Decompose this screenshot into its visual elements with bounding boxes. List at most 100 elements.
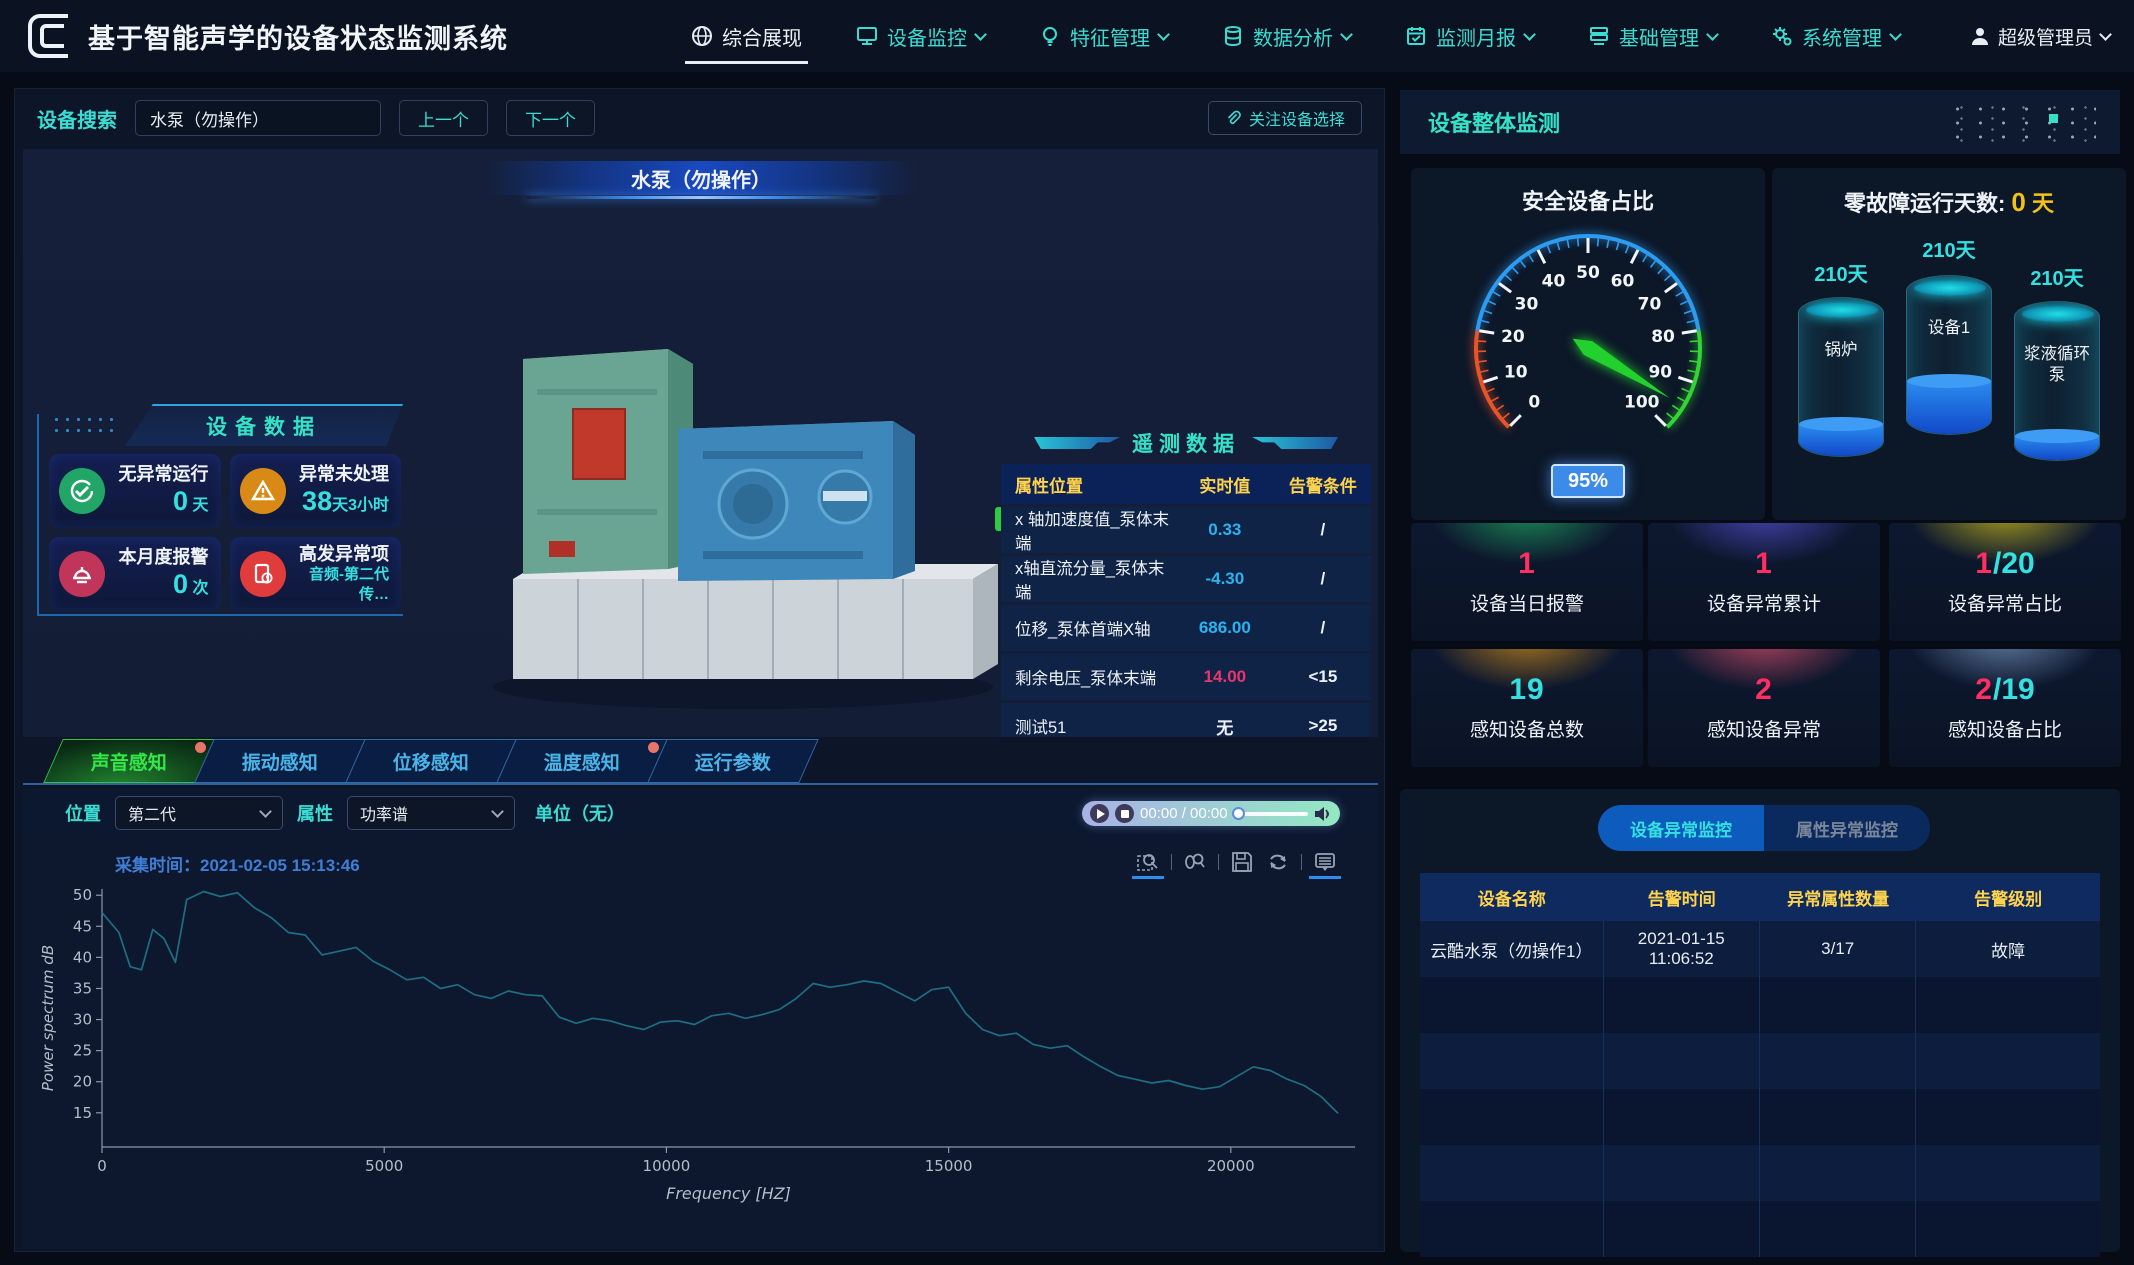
- follow-device-label: 关注设备选择: [1249, 106, 1345, 130]
- next-device-button[interactable]: 下一个: [506, 100, 595, 136]
- zero-fault-card: 零故障运行天数: 0 天 210天 锅炉 210天 设备1 210天 浆液循环泵: [1772, 168, 2126, 520]
- stat-card-unhandled: 异常未处理 38天3小时: [230, 454, 402, 528]
- dots-accent: [2049, 114, 2058, 123]
- alert-badge: [195, 742, 206, 753]
- gears-icon: [1771, 25, 1793, 47]
- safe-device-gauge-card: 安全设备占比 0102030405060708090100 95%: [1411, 168, 1765, 520]
- menu-label: 综合展现: [722, 22, 802, 51]
- table-row[interactable]: x轴直流分量_泵体末端 -4.30 /: [1001, 556, 1371, 602]
- device-data-header: 设备数据: [37, 404, 403, 446]
- 3d-scene-viewport[interactable]: 水泵（勿操作）: [23, 149, 1378, 737]
- menu-system-mgmt[interactable]: 系统管理: [1771, 0, 1900, 72]
- tile-sensor-ratio: 2/19 感知设备占比: [1889, 649, 2121, 767]
- top-nav: 基于智能声学的设备状态监测系统 综合展现 设备监控 特征管理 数据分析 监测月报…: [0, 0, 2134, 72]
- tile-abnormal-ratio: 1/20 设备异常占比: [1889, 523, 2121, 641]
- slider-thumb[interactable]: [1232, 807, 1245, 820]
- zoom-reset-icon[interactable]: [1182, 847, 1208, 877]
- cylinder-top-glow: [1806, 302, 1878, 318]
- play-button[interactable]: [1090, 804, 1109, 823]
- data-view-icon[interactable]: [1312, 847, 1338, 877]
- svg-text:40: 40: [1542, 271, 1566, 291]
- sense-tab-bar: 声音感知 振动感知 位移感知 温度感知 运行参数: [23, 739, 1378, 785]
- menu-monthly-report[interactable]: 监测月报: [1405, 0, 1534, 72]
- app-title: 基于智能声学的设备状态监测系统: [88, 17, 508, 56]
- dots-decoration: [1946, 102, 2096, 144]
- tab-displacement-sense[interactable]: 位移感知: [345, 739, 517, 783]
- svg-text:20000: 20000: [1207, 1157, 1255, 1175]
- menu-device-monitor[interactable]: 设备监控: [856, 0, 985, 72]
- table-row[interactable]: x 轴加速度值_泵体末端 0.33 /: [1001, 507, 1371, 553]
- chevron-down-icon: [259, 805, 272, 818]
- tab-run-params[interactable]: 运行参数: [647, 739, 819, 783]
- svg-text:Power spectrum dB: Power spectrum dB: [39, 945, 57, 1091]
- title-wing-left: [1034, 437, 1120, 449]
- position-select[interactable]: 第二代: [115, 796, 283, 830]
- table-row[interactable]: 测试51 无 >25: [1001, 703, 1371, 737]
- volume-icon[interactable]: [1314, 806, 1332, 822]
- telemetry-title: 遥测数据: [1132, 428, 1240, 458]
- tab-sound-sense[interactable]: 声音感知: [43, 739, 215, 783]
- toolbar-separator: [1301, 854, 1302, 870]
- tile-day-alarms: 1 设备当日报警: [1411, 523, 1643, 641]
- user-menu[interactable]: 超级管理员: [1970, 23, 2110, 50]
- menu-overview[interactable]: 综合展现: [691, 0, 802, 72]
- table-row[interactable]: 位移_泵体首端X轴 686.00 /: [1001, 605, 1371, 651]
- svg-text:90: 90: [1648, 362, 1672, 382]
- attribute-label: 属性: [297, 800, 333, 826]
- svg-text:70: 70: [1638, 294, 1662, 314]
- cylinder-device1: 210天 设备1: [1906, 234, 1992, 435]
- stat-card-normal-run: 无异常运行 0 天: [49, 454, 221, 528]
- svg-text:15000: 15000: [925, 1157, 973, 1175]
- tab-device-abnormal-monitor[interactable]: 设备异常监控: [1598, 805, 1764, 851]
- prev-device-button[interactable]: 上一个: [399, 100, 488, 136]
- cylinder-top-glow: [2022, 306, 2094, 322]
- device-search-input[interactable]: [135, 100, 381, 136]
- player-seek-slider[interactable]: [1234, 812, 1308, 816]
- tile-abnormal-total: 1 设备异常累计: [1648, 523, 1880, 641]
- alert-badge: [648, 742, 659, 753]
- toolbar-separator: [1171, 854, 1172, 870]
- svg-text:80: 80: [1651, 327, 1675, 347]
- tile-sensor-abnormal: 2 感知设备异常: [1648, 649, 1880, 767]
- menu-label: 基础管理: [1619, 22, 1699, 51]
- telemetry-header-row: 属性位置 实时值 告警条件: [1001, 464, 1371, 504]
- table-row-empty: [1420, 977, 2100, 1033]
- area-zoom-icon[interactable]: [1135, 847, 1161, 877]
- alarm-monitor-card: 设备异常监控 属性异常监控 设备名称 告警时间 异常属性数量 告警级别 云酷水泵…: [1400, 789, 2120, 1252]
- database-icon: [1222, 25, 1244, 47]
- table-row-empty: [1420, 1145, 2100, 1201]
- menu-feature-mgmt[interactable]: 特征管理: [1039, 0, 1168, 72]
- chevron-down-icon: [1523, 28, 1536, 41]
- svg-text:50: 50: [73, 886, 92, 904]
- menu-base-mgmt[interactable]: 基础管理: [1588, 0, 1717, 72]
- zero-fault-title: 零故障运行天数: 0 天: [1772, 186, 2126, 218]
- save-image-icon[interactable]: [1229, 847, 1255, 877]
- stop-button[interactable]: [1115, 804, 1134, 823]
- tab-temperature-sense[interactable]: 温度感知: [496, 739, 668, 783]
- spectrum-line-chart[interactable]: 050001000015000200001520253035404550Freq…: [23, 881, 1378, 1241]
- cylinder-liquid: [1799, 424, 1883, 456]
- position-label: 位置: [65, 800, 101, 826]
- follow-device-button[interactable]: 关注设备选择: [1208, 101, 1362, 135]
- overall-monitor-title: 设备整体监测: [1428, 106, 1560, 138]
- svg-text:35: 35: [73, 979, 92, 997]
- menu-data-analysis[interactable]: 数据分析: [1222, 0, 1351, 72]
- table-row-empty: [1420, 1033, 2100, 1089]
- table-row[interactable]: 剩余电压_泵体末端 14.00 <15: [1001, 654, 1371, 700]
- main-menu: 综合展现 设备监控 特征管理 数据分析 监测月报 基础管理 系统管理: [691, 0, 1900, 72]
- svg-text:25: 25: [73, 1042, 92, 1060]
- svg-text:20: 20: [73, 1073, 92, 1091]
- svg-text:15: 15: [73, 1104, 92, 1122]
- tab-vibration-sense[interactable]: 振动感知: [194, 739, 366, 783]
- device-search-row: 设备搜索 上一个 下一个 关注设备选择: [15, 89, 1384, 147]
- toolbar-separator: [1218, 854, 1219, 870]
- device-search-label: 设备搜索: [37, 104, 117, 133]
- chevron-down-icon: [1889, 28, 1902, 41]
- overall-monitor-header: 设备整体监测: [1400, 90, 2120, 154]
- scene-title-banner: 水泵（勿操作）: [486, 161, 916, 195]
- restore-icon[interactable]: [1265, 847, 1291, 877]
- tab-attribute-abnormal-monitor[interactable]: 属性异常监控: [1764, 805, 1930, 851]
- menu-label: 系统管理: [1802, 22, 1882, 51]
- attribute-select[interactable]: 功率谱: [347, 796, 515, 830]
- table-row[interactable]: 云酷水泵（勿操作1） 2021-01-15 11:06:52 3/17 故障: [1420, 921, 2100, 977]
